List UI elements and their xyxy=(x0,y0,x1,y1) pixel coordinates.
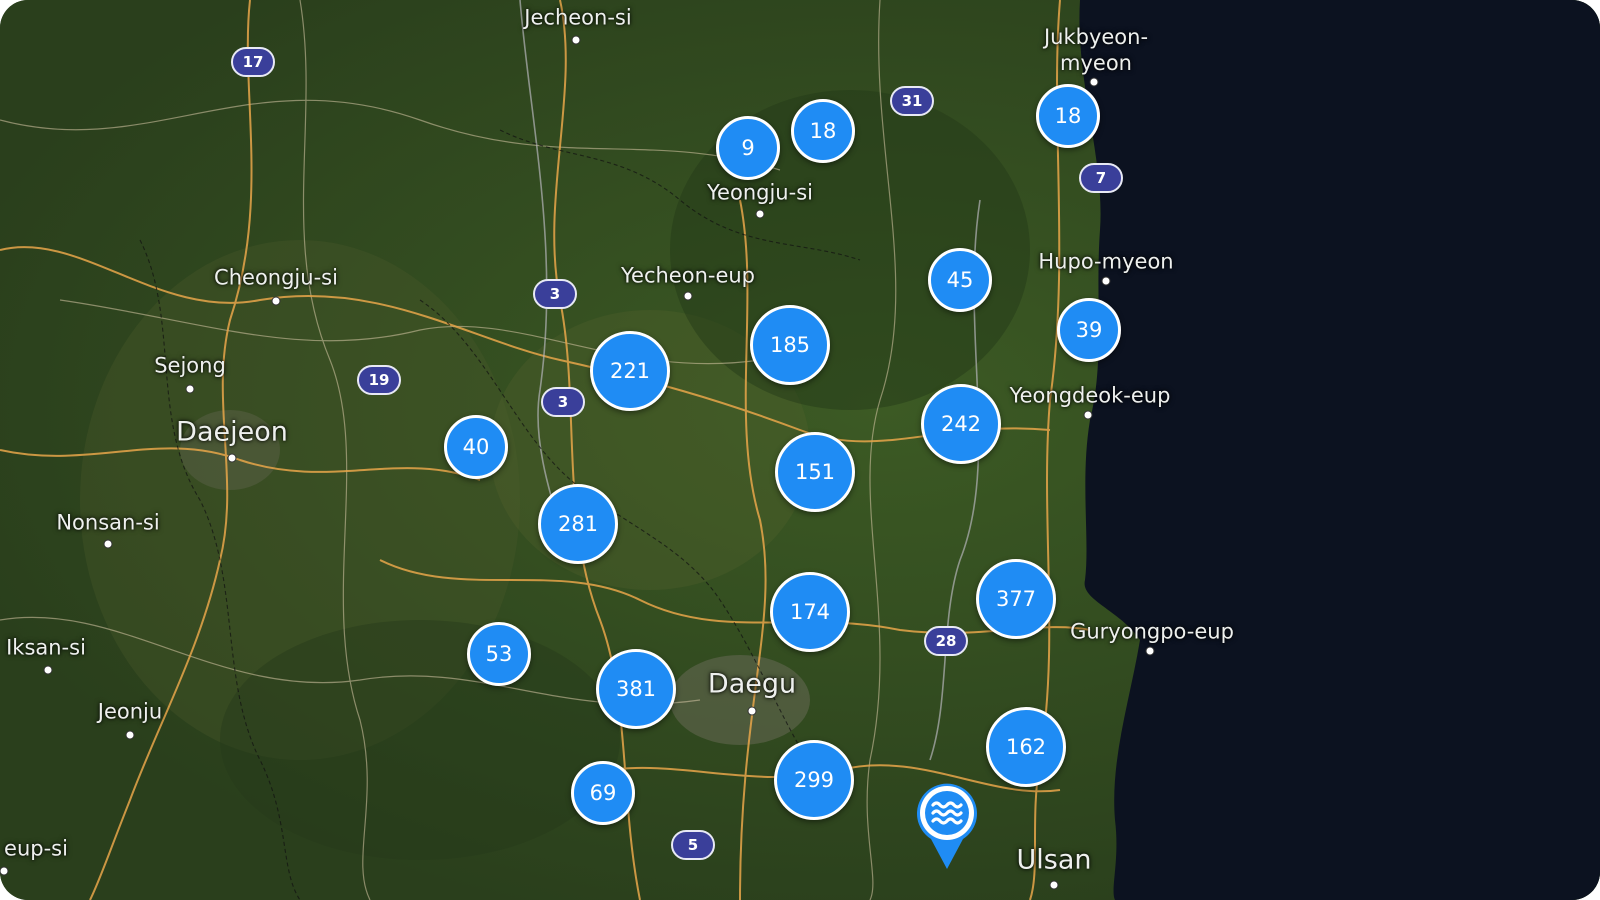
cluster-marker[interactable]: 39 xyxy=(1057,298,1121,362)
place-dot-daejeon xyxy=(227,453,237,463)
place-label-daegu: Daegu xyxy=(707,668,797,700)
cluster-marker[interactable]: 18 xyxy=(791,99,855,163)
road-shield: 3 xyxy=(533,279,577,309)
place-dot-yecheon xyxy=(683,291,693,301)
place-label-iksan: Iksan-si xyxy=(6,635,86,660)
cluster-marker[interactable]: 18 xyxy=(1036,84,1100,148)
place-label-yeongdeok: Yeongdeok-eup xyxy=(1009,383,1171,408)
road-shield: 28 xyxy=(924,626,968,656)
place-dot-hupo xyxy=(1101,276,1111,286)
place-dot-yeongdeok xyxy=(1083,410,1093,420)
place-dot-ulsan xyxy=(1049,880,1059,890)
road-shield: 19 xyxy=(357,365,401,395)
road-shield: 17 xyxy=(231,47,275,77)
water-station-pin[interactable] xyxy=(915,781,979,871)
road-shield: 3 xyxy=(541,387,585,417)
map-view[interactable]: Jecheon-si Jukbyeon- myeon Yeongju-si Ch… xyxy=(0,0,1600,900)
cluster-marker[interactable]: 185 xyxy=(750,305,830,385)
place-dot-iksan xyxy=(43,665,53,675)
place-label-jukbyeon: Jukbyeon- myeon xyxy=(1043,24,1149,75)
place-dot-daegu xyxy=(747,706,757,716)
place-label-nonsan: Nonsan-si xyxy=(56,510,160,535)
cluster-marker[interactable]: 9 xyxy=(716,116,780,180)
road-shield: 5 xyxy=(671,830,715,860)
cluster-marker[interactable]: 162 xyxy=(986,707,1066,787)
cluster-marker[interactable]: 53 xyxy=(467,622,531,686)
place-label-yeongju: Yeongju-si xyxy=(707,180,813,205)
place-label-daejeon: Daejeon xyxy=(176,416,288,448)
cluster-marker[interactable]: 381 xyxy=(596,649,676,729)
cluster-marker[interactable]: 377 xyxy=(976,559,1056,639)
cluster-marker[interactable]: 174 xyxy=(770,572,850,652)
place-label-ulsan: Ulsan xyxy=(1016,844,1092,876)
place-dot-cheongju xyxy=(271,296,281,306)
cluster-marker[interactable]: 69 xyxy=(571,761,635,825)
place-dot-yeongju xyxy=(755,209,765,219)
cluster-marker[interactable]: 221 xyxy=(590,331,670,411)
place-label-jeonju: Jeonju xyxy=(97,699,163,724)
cluster-marker[interactable]: 45 xyxy=(928,248,992,312)
place-dot-jeonju xyxy=(125,730,135,740)
place-label-eup-si: eup-si xyxy=(4,836,68,861)
place-dot-guryongpo xyxy=(1145,646,1155,656)
cluster-marker[interactable]: 40 xyxy=(444,415,508,479)
place-label-hupo: Hupo-myeon xyxy=(1038,249,1174,274)
place-label-cheongju: Cheongju-si xyxy=(214,265,338,290)
place-label-jecheon: Jecheon-si xyxy=(524,5,632,30)
place-label-guryongpo: Guryongpo-eup xyxy=(1070,619,1234,644)
place-label-yecheon: Yecheon-eup xyxy=(620,263,756,288)
road-shield: 7 xyxy=(1079,163,1123,193)
place-dot-jukbyeon xyxy=(1089,77,1099,87)
cluster-marker[interactable]: 299 xyxy=(774,740,854,820)
cluster-marker[interactable]: 151 xyxy=(775,432,855,512)
place-label-sejong: Sejong xyxy=(154,353,226,378)
place-dot-eup-si xyxy=(0,866,9,876)
cluster-marker[interactable]: 242 xyxy=(921,384,1001,464)
road-shield: 31 xyxy=(890,86,934,116)
place-dot-sejong xyxy=(185,384,195,394)
place-dot-jecheon xyxy=(571,35,581,45)
cluster-marker[interactable]: 281 xyxy=(538,484,618,564)
place-dot-nonsan xyxy=(103,539,113,549)
